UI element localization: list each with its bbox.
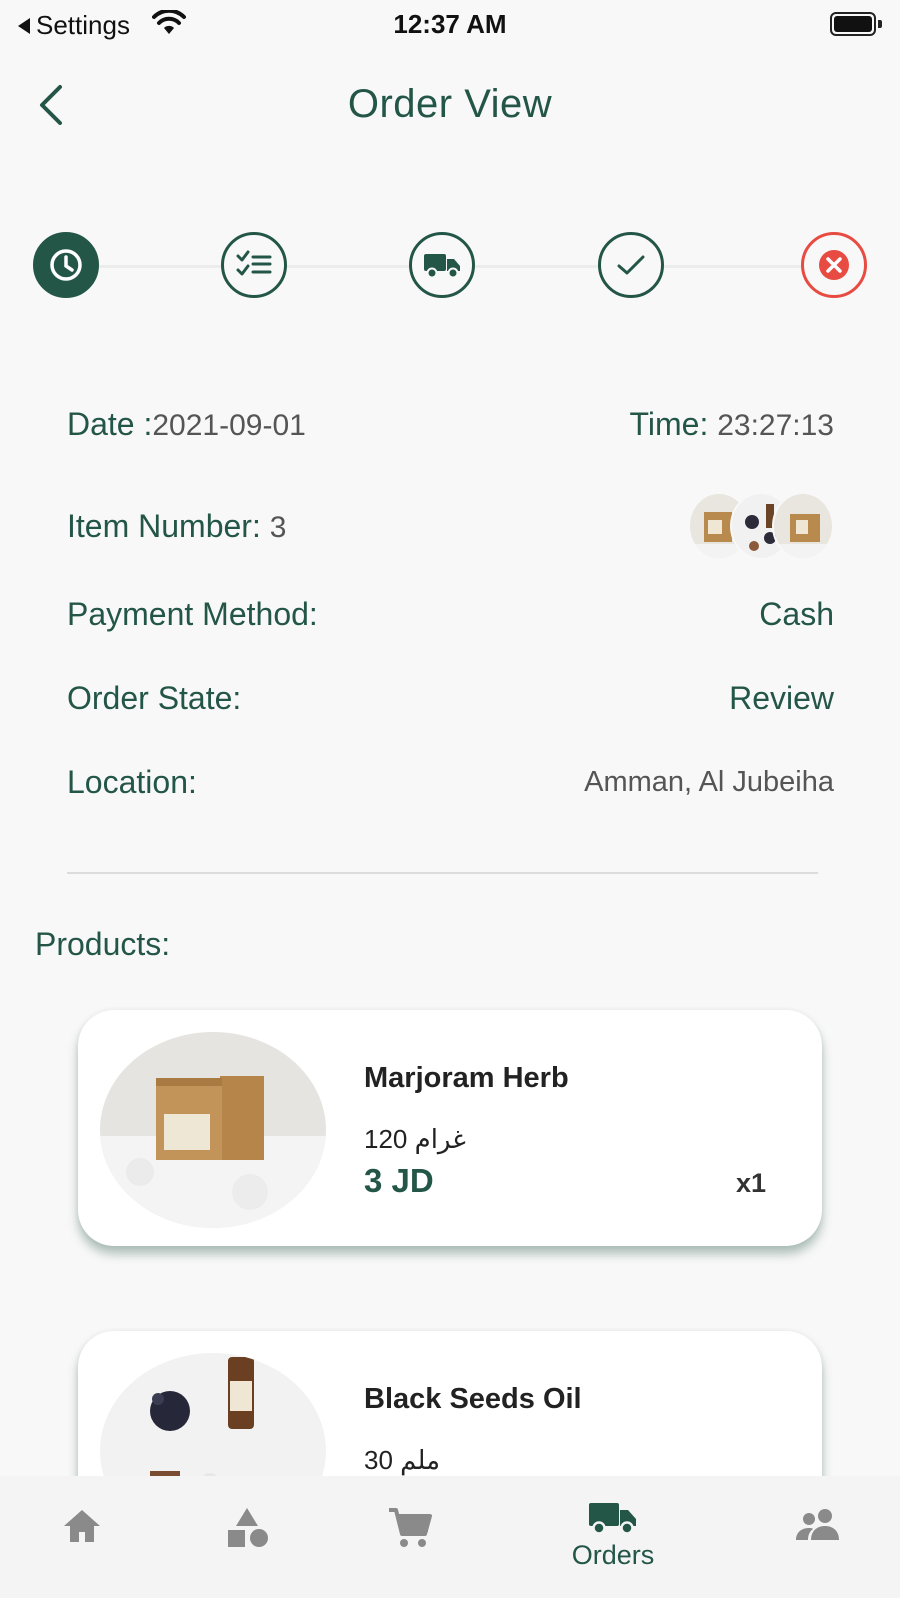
cancel-icon: [819, 250, 849, 280]
order-status-stepper: [0, 232, 900, 302]
step-cancelled[interactable]: [801, 232, 867, 298]
product-weight: 30 ملم: [364, 1445, 440, 1475]
location-label: Location:: [67, 764, 197, 800]
nav-orders-label: Orders: [571, 1540, 655, 1570]
item-number-row: Item Number: 3: [67, 492, 834, 560]
time-value: 23:27:13: [717, 409, 834, 442]
battery-icon: [830, 12, 882, 36]
item-thumbnail: [772, 492, 834, 560]
item-number-label: Item Number:: [67, 507, 261, 544]
product-name: Marjoram Herb: [364, 1062, 569, 1094]
time-field: Time: 23:27:13: [630, 406, 834, 443]
date-value: 2021-09-01: [152, 409, 306, 442]
truck-icon: [424, 254, 460, 279]
home-icon: [64, 1510, 100, 1542]
date-time-row: Date :2021-09-01 Time: 23:27:13: [67, 406, 834, 443]
product-price: 3 JD: [364, 1162, 434, 1199]
step-pending[interactable]: [33, 232, 99, 298]
product-weight: 120 غرام: [364, 1124, 466, 1154]
cart-icon: [389, 1508, 432, 1547]
step-delivery[interactable]: [409, 232, 475, 298]
item-number-field: Item Number: 3: [67, 508, 286, 545]
categories-icon: [228, 1508, 268, 1547]
section-divider: [67, 872, 818, 874]
nav-home[interactable]: [12, 1476, 152, 1598]
step-delivered[interactable]: [598, 232, 664, 298]
step-review[interactable]: [221, 232, 287, 298]
clock-icon: [50, 249, 82, 281]
location-row: Location: Amman, Al Jubeiha: [67, 764, 834, 801]
nav-cart[interactable]: [340, 1476, 480, 1598]
product-quantity: x1: [735, 1168, 766, 1198]
order-state-row: Order State: Review: [67, 680, 834, 717]
order-state-value: Review: [729, 680, 834, 716]
time-label: Time:: [629, 406, 709, 442]
payment-method-value: Cash: [759, 596, 834, 632]
item-number-value: 3: [269, 510, 287, 544]
payment-method-label: Payment Method:: [67, 596, 318, 632]
products-heading: Products:: [35, 926, 171, 962]
nav-account[interactable]: [748, 1476, 888, 1598]
date-field: Date :2021-09-01: [67, 406, 306, 443]
bottom-navigation: Orders: [0, 1476, 900, 1598]
checklist-icon: [236, 250, 272, 276]
status-time: 12:37 AM: [393, 9, 507, 39]
nav-orders[interactable]: Orders: [543, 1476, 683, 1598]
date-label: Date :: [67, 406, 153, 442]
nav-categories[interactable]: [178, 1476, 318, 1598]
product-card[interactable]: Marjoram Herb 120 غرام 3 JD x1: [78, 1010, 822, 1246]
product-name: Black Seeds Oil: [364, 1383, 582, 1415]
page-title: Order View: [347, 82, 553, 126]
truck-icon: [589, 1503, 636, 1535]
item-thumbnails[interactable]: [688, 492, 834, 560]
product-image: [100, 1032, 326, 1228]
order-state-label: Order State:: [67, 680, 242, 716]
status-bar: Settings 12:37 AM: [0, 0, 900, 48]
location-value: Amman, Al Jubeiha: [584, 766, 834, 798]
payment-method-row: Payment Method: Cash: [67, 596, 834, 633]
check-icon: [617, 255, 645, 275]
people-icon: [796, 1509, 839, 1540]
